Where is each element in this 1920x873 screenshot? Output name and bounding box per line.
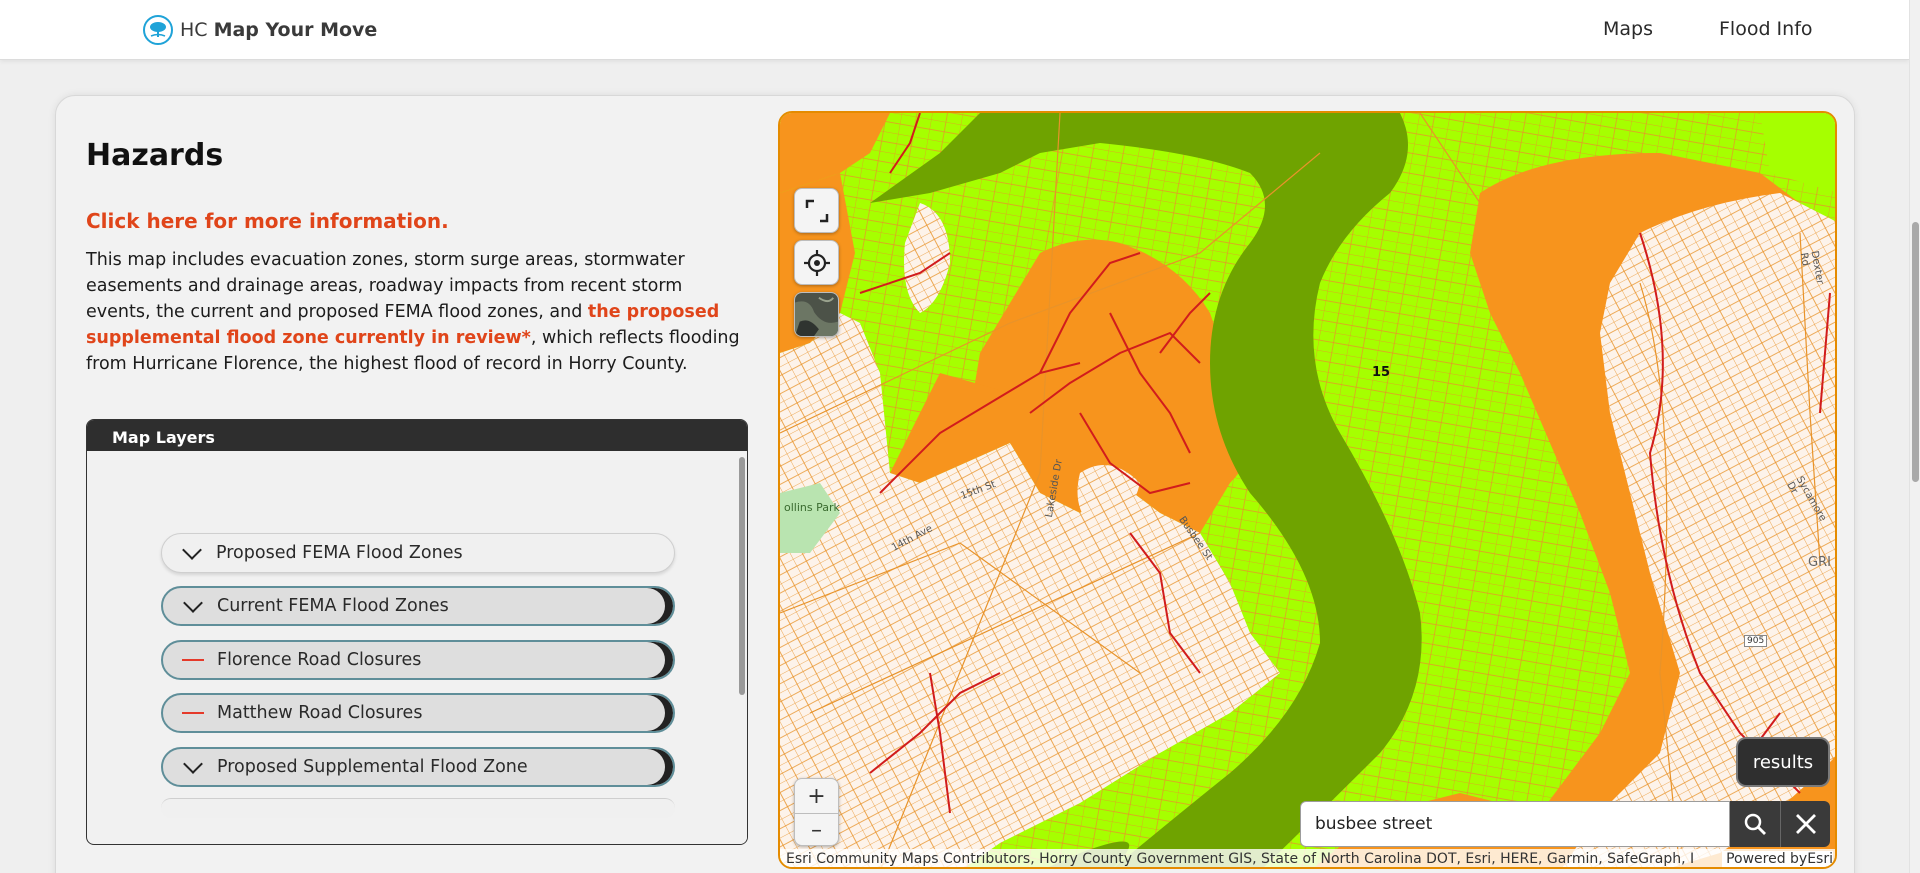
layers-scrollbar-thumb[interactable] [739, 457, 745, 695]
more-info-link[interactable]: Click here for more information. [86, 209, 449, 233]
fullscreen-button[interactable] [794, 188, 839, 233]
chevron-down-icon [178, 539, 206, 560]
top-navbar: HC Map Your Move Maps Flood Info [0, 0, 1909, 60]
map-layers-panel: Map Layers Proposed FEMA Flood Zones Cur… [86, 419, 748, 845]
zoom-in-button[interactable]: + [795, 779, 838, 813]
layers-scrollbar[interactable] [737, 451, 747, 844]
fullscreen-icon [805, 199, 828, 222]
crosshair-icon [803, 249, 830, 276]
flood-zone-label: 15 [1372, 365, 1391, 380]
layer-label: Proposed Supplemental Flood Zone [217, 757, 528, 777]
map-canvas[interactable] [780, 113, 1837, 869]
brand-name: Map Your Move [213, 19, 378, 41]
results-button[interactable]: results [1738, 739, 1828, 785]
search-button[interactable] [1730, 801, 1780, 847]
tree-logo-icon [143, 15, 173, 45]
layer-label: Matthew Road Closures [217, 703, 423, 723]
powered-by-esri-link[interactable]: Powered byEsri [1722, 851, 1833, 867]
layer-matthew-road-closures[interactable]: Matthew Road Closures [161, 693, 675, 733]
red-line-icon [179, 712, 207, 714]
map-attribution: Esri Community Maps Contributors, Horry … [780, 849, 1835, 867]
search-icon [1744, 813, 1766, 835]
layer-florence-road-closures[interactable]: Florence Road Closures [161, 640, 675, 680]
map-layers-title: Map Layers [87, 420, 747, 451]
layer-label: Proposed FEMA Flood Zones [216, 543, 463, 563]
satellite-thumbnail-icon [795, 293, 838, 336]
zoom-out-button[interactable]: – [795, 813, 838, 847]
page-title: Hazards [86, 138, 224, 173]
chevron-down-icon [179, 592, 207, 613]
red-line-icon [179, 659, 207, 661]
clear-search-button[interactable] [1780, 801, 1830, 847]
map-search [1300, 801, 1830, 847]
park-label: ollins Park [784, 501, 840, 514]
locate-button[interactable] [794, 240, 839, 285]
brand-prefix: HC [180, 19, 208, 41]
nav-flood-info-link[interactable]: Flood Info [1719, 18, 1813, 40]
layer-current-fema-flood-zones[interactable]: Current FEMA Flood Zones [161, 586, 675, 626]
brand-link[interactable]: HC Map Your Move [142, 14, 377, 46]
layer-label: Florence Road Closures [217, 650, 422, 670]
search-input[interactable] [1300, 801, 1730, 847]
nav-maps-link[interactable]: Maps [1603, 18, 1653, 40]
layer-proposed-fema-flood-zones[interactable]: Proposed FEMA Flood Zones [161, 533, 675, 573]
page-scrollbar[interactable] [1909, 0, 1920, 873]
chevron-down-icon [179, 753, 207, 774]
description-text: This map includes evacuation zones, stor… [86, 247, 746, 377]
zoom-controls: + – [794, 778, 839, 846]
hazard-map[interactable]: 15 ollins Park Lakeside Dr 15th St 14th … [778, 111, 1837, 869]
page-scrollbar-thumb[interactable] [1912, 222, 1919, 482]
close-icon [1795, 814, 1816, 834]
layer-item-partial[interactable] [161, 798, 675, 818]
route-shield: 905 [1744, 635, 1768, 647]
basemap-toggle-button[interactable] [794, 292, 839, 337]
layer-label: Current FEMA Flood Zones [217, 596, 449, 616]
attribution-text: Esri Community Maps Contributors, Horry … [786, 851, 1695, 867]
layer-proposed-supplemental-flood-zone[interactable]: Proposed Supplemental Flood Zone [161, 747, 675, 787]
map-edge-label: GRI [1808, 555, 1831, 570]
